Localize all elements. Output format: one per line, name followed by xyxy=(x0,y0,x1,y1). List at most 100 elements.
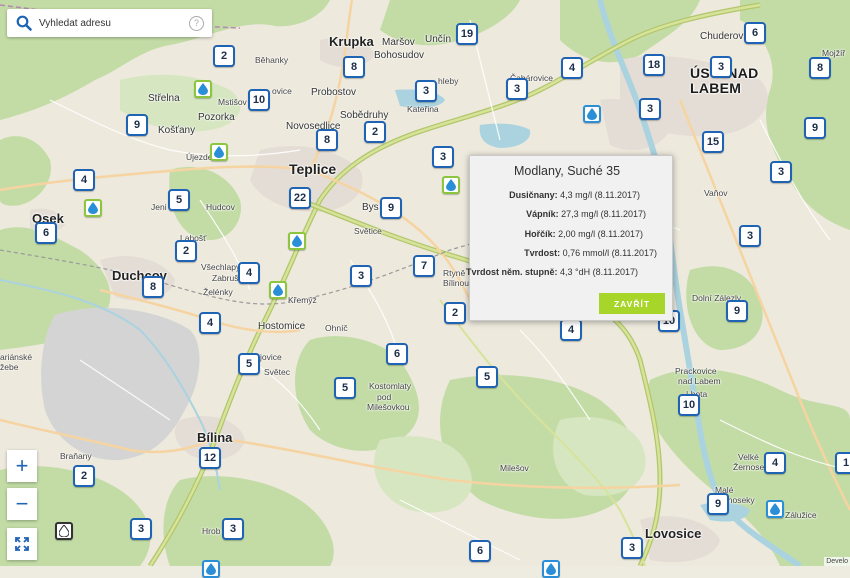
cluster-marker[interactable]: 22 xyxy=(289,187,311,209)
cluster-marker[interactable]: 2 xyxy=(444,302,466,324)
cluster-marker[interactable]: 8 xyxy=(809,57,831,79)
cluster-marker[interactable]: 3 xyxy=(222,518,244,540)
cluster-marker[interactable]: 4 xyxy=(238,262,260,284)
cluster-marker[interactable]: 9 xyxy=(707,493,729,515)
place-label-krupka: Krupka xyxy=(329,34,374,49)
place-label-strelna: Střelna xyxy=(148,93,180,104)
cluster-marker[interactable]: 8 xyxy=(343,56,365,78)
water-source-marker[interactable] xyxy=(55,522,73,540)
cluster-marker[interactable]: 4 xyxy=(73,169,95,191)
cluster-marker[interactable]: 9 xyxy=(804,117,826,139)
place-label-prackovice-1: Prackovice xyxy=(675,366,717,376)
place-label-bohosudov: Bohosudov xyxy=(374,50,425,61)
map-attribution[interactable]: Develo xyxy=(824,557,850,566)
popup-row-hardness: Tvrdost: 0,76 mmol/l (8.11.2017) xyxy=(524,248,657,258)
address-search-input[interactable] xyxy=(37,16,181,30)
water-source-marker[interactable] xyxy=(194,80,212,98)
cluster-marker[interactable]: 7 xyxy=(413,255,435,277)
place-label-zelenky: Želénky xyxy=(203,287,233,297)
water-source-marker[interactable] xyxy=(210,143,228,161)
water-drop-icon xyxy=(59,525,69,537)
water-drop-icon xyxy=(273,284,283,296)
cluster-marker[interactable]: 9 xyxy=(380,197,402,219)
cluster-marker[interactable]: 4 xyxy=(764,452,786,474)
cluster-marker[interactable]: 3 xyxy=(710,56,732,78)
place-label-katerina: Kateřina xyxy=(407,104,439,114)
cluster-marker[interactable]: 5 xyxy=(476,366,498,388)
cluster-marker[interactable]: 15 xyxy=(702,131,724,153)
place-label-prackovice-2: nad Labem xyxy=(678,376,721,386)
cluster-marker[interactable]: 3 xyxy=(506,78,528,100)
place-label-kostomlaty: Kostomlaty xyxy=(369,381,412,391)
fullscreen-icon xyxy=(15,537,29,551)
zoom-in-button[interactable]: + xyxy=(7,450,37,482)
cluster-marker[interactable]: 19 xyxy=(456,23,478,45)
water-drop-icon xyxy=(770,503,780,515)
place-label-kostany: Košťany xyxy=(158,125,196,136)
cluster-marker[interactable]: 4 xyxy=(199,312,221,334)
popup-row-german-hardness: Tvrdost něm. stupně: 4,3 °dH (8.11.2017) xyxy=(465,267,638,277)
address-search-box: ? xyxy=(7,9,212,37)
cluster-marker[interactable]: 10 xyxy=(678,394,700,416)
cluster-marker[interactable]: 4 xyxy=(560,319,582,341)
cluster-marker[interactable]: 1 xyxy=(835,452,850,474)
place-label-bilinou: Bílinou xyxy=(443,278,469,288)
cluster-marker[interactable]: 2 xyxy=(213,45,235,67)
cluster-marker[interactable]: 4 xyxy=(561,57,583,79)
water-drop-icon xyxy=(587,108,597,120)
water-drop-icon xyxy=(88,202,98,214)
cluster-marker[interactable]: 6 xyxy=(386,343,408,365)
cluster-marker[interactable]: 12 xyxy=(199,447,221,469)
cluster-marker[interactable]: 8 xyxy=(142,276,164,298)
cluster-marker[interactable]: 3 xyxy=(770,161,792,183)
cluster-marker[interactable]: 8 xyxy=(316,129,338,151)
cluster-marker[interactable]: 3 xyxy=(130,518,152,540)
cluster-marker[interactable]: 3 xyxy=(639,98,661,120)
place-label-marsov: Maršov xyxy=(382,37,415,48)
place-label-varov: Vaňov xyxy=(704,188,728,198)
place-label-chuderov: Chuderov xyxy=(700,31,744,42)
search-icon[interactable] xyxy=(11,9,37,37)
place-label-arianske: ariánské xyxy=(0,352,33,362)
cluster-marker[interactable]: 3 xyxy=(415,80,437,102)
fullscreen-button[interactable] xyxy=(7,528,37,560)
place-label-bilina: Bílina xyxy=(197,430,233,445)
place-label-svetice: Světice xyxy=(354,226,382,236)
cluster-marker[interactable]: 5 xyxy=(168,189,190,211)
water-source-marker[interactable] xyxy=(269,281,287,299)
place-label-pozorka: Pozorka xyxy=(198,112,235,123)
water-source-marker[interactable] xyxy=(583,105,601,123)
place-label-usti-line2: LABEM xyxy=(690,80,742,96)
water-source-marker[interactable] xyxy=(542,560,560,578)
help-icon[interactable]: ? xyxy=(189,15,204,31)
cluster-marker[interactable]: 2 xyxy=(175,240,197,262)
cluster-marker[interactable]: 5 xyxy=(334,377,356,399)
water-source-marker[interactable] xyxy=(288,232,306,250)
water-source-marker[interactable] xyxy=(202,560,220,578)
water-drop-icon xyxy=(214,146,224,158)
cluster-marker[interactable]: 3 xyxy=(432,146,454,168)
cluster-marker[interactable]: 9 xyxy=(726,300,748,322)
cluster-marker[interactable]: 9 xyxy=(126,114,148,136)
place-label-teplice: Teplice xyxy=(289,161,337,177)
cluster-marker[interactable]: 6 xyxy=(744,22,766,44)
cluster-marker[interactable]: 3 xyxy=(739,225,761,247)
water-source-marker[interactable] xyxy=(766,500,784,518)
place-label-milesov: Milešov xyxy=(500,463,529,473)
place-label-vsechlapy: Všechlapy xyxy=(201,262,241,272)
place-label-milesovkou: Milešovkou xyxy=(367,402,410,412)
zoom-out-button[interactable]: − xyxy=(7,488,37,520)
cluster-marker[interactable]: 2 xyxy=(364,121,386,143)
cluster-marker[interactable]: 3 xyxy=(621,537,643,559)
cluster-marker[interactable]: 10 xyxy=(248,89,270,111)
close-popup-button[interactable]: ZAVŘÍT xyxy=(599,293,665,314)
cluster-marker[interactable]: 5 xyxy=(238,353,260,375)
popup-title: Modlany, Suché 35 xyxy=(513,164,621,178)
cluster-marker[interactable]: 2 xyxy=(73,465,95,487)
water-source-marker[interactable] xyxy=(84,199,102,217)
cluster-marker[interactable]: 18 xyxy=(643,54,665,76)
cluster-marker[interactable]: 6 xyxy=(469,540,491,562)
place-label-ohnic: Ohníč xyxy=(325,323,348,333)
cluster-marker[interactable]: 6 xyxy=(35,222,57,244)
cluster-marker[interactable]: 3 xyxy=(350,265,372,287)
